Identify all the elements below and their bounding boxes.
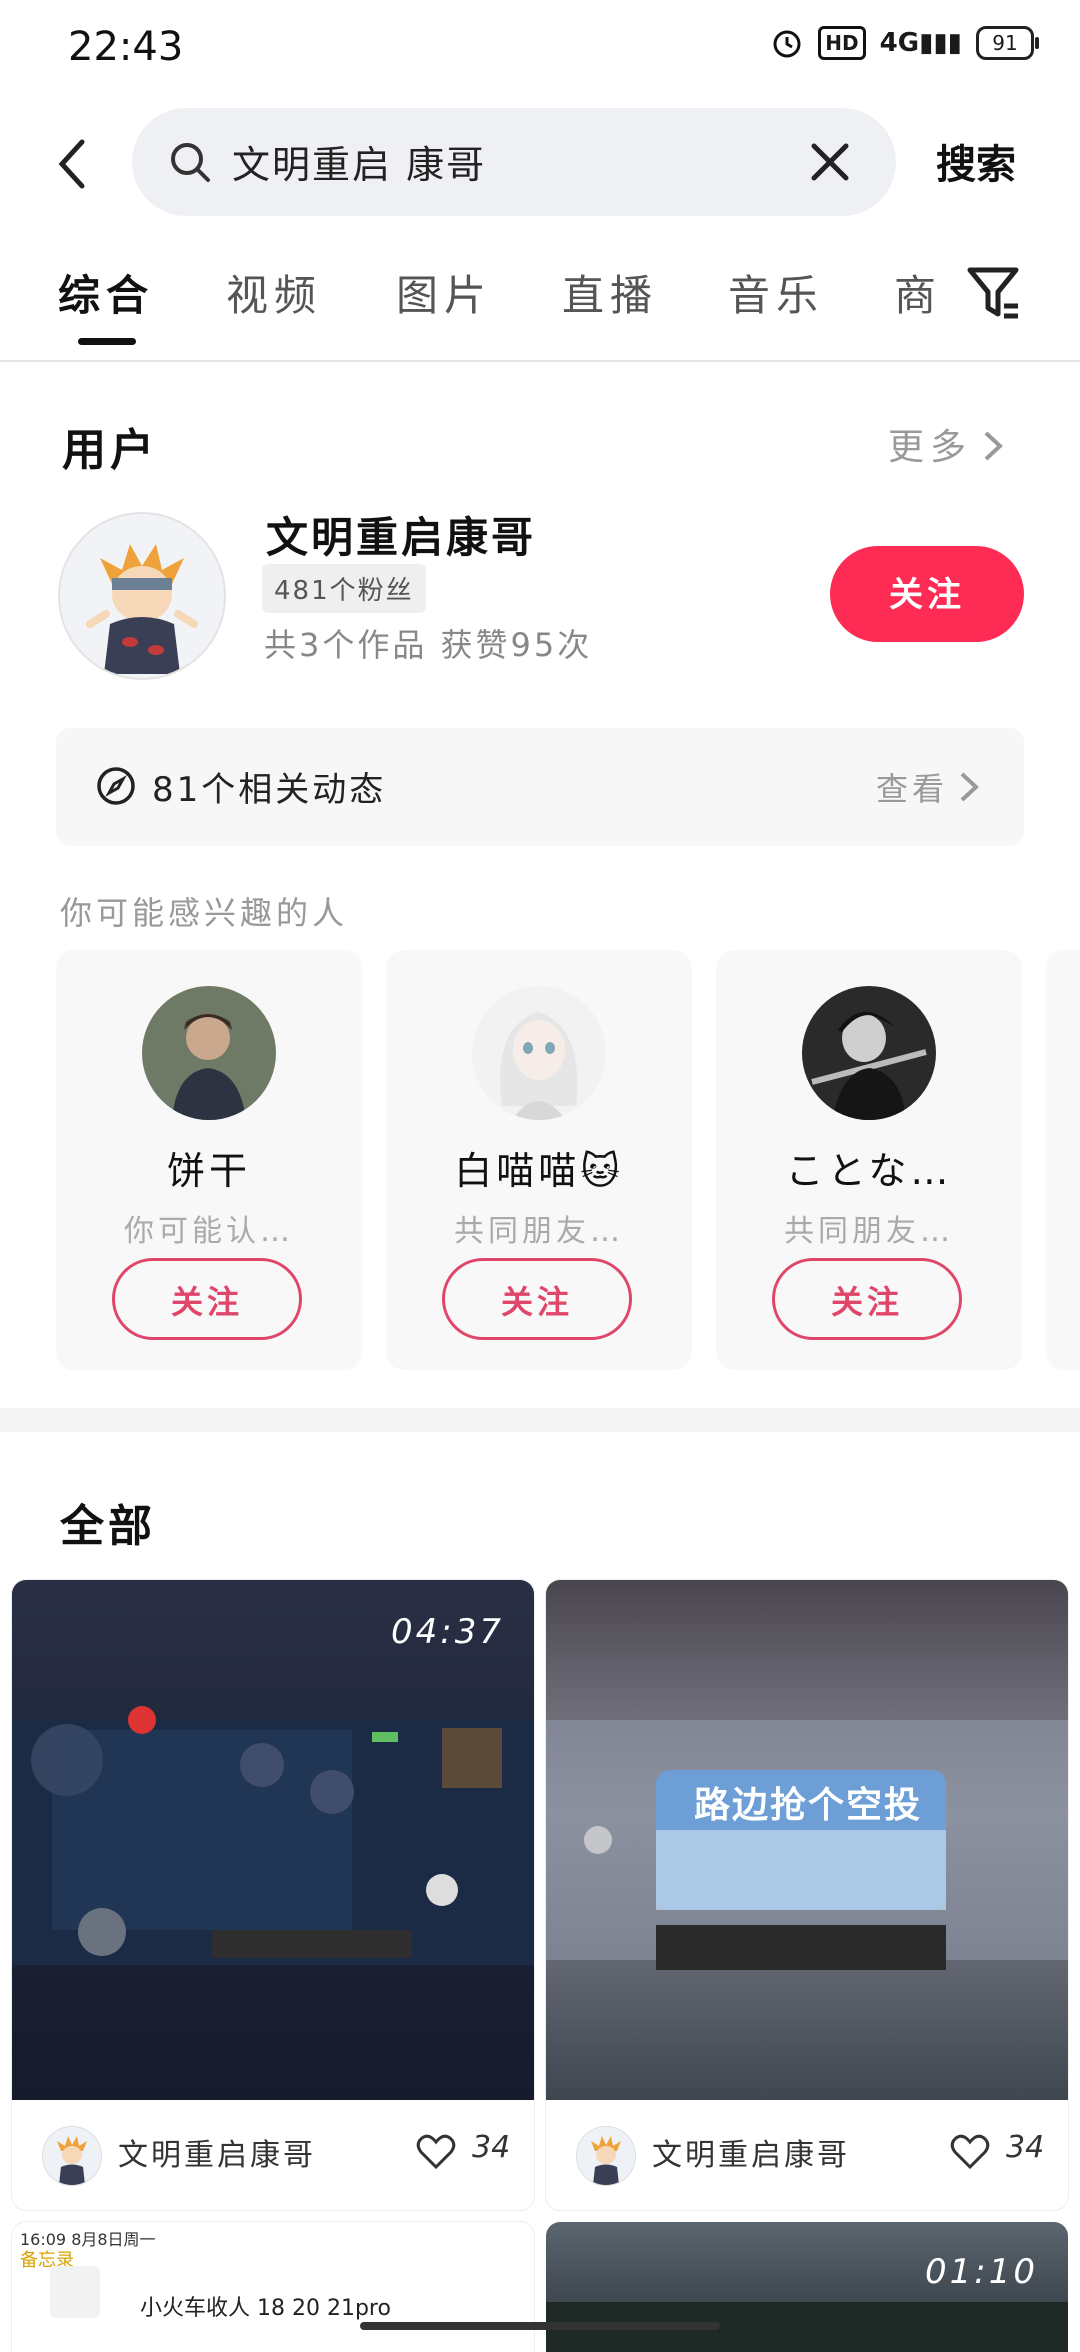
- alarm-icon: [773, 30, 801, 58]
- suggested-name: ことな…: [785, 1149, 953, 1193]
- author-avatar[interactable]: [576, 2126, 636, 2186]
- user-stats: 共3个作品 获赞95次: [264, 626, 593, 664]
- chevron-right-icon: [984, 431, 1003, 461]
- author-name[interactable]: 文明重启康哥: [118, 2130, 316, 2174]
- back-icon[interactable]: [52, 136, 92, 192]
- video-thumbnail[interactable]: 路边抢个空投: [546, 1580, 1068, 2100]
- tab-live[interactable]: 直播: [562, 262, 658, 323]
- author-name[interactable]: 文明重启康哥: [652, 2130, 850, 2174]
- follow-button[interactable]: 关注: [442, 1258, 632, 1340]
- compass-icon: [97, 767, 135, 805]
- more-label: 更多: [888, 427, 973, 468]
- view-link[interactable]: 查看: [876, 764, 980, 810]
- view-label: 查看: [876, 770, 949, 808]
- avatar-image: [60, 514, 224, 678]
- user-avatar[interactable]: [58, 512, 226, 680]
- like-count: 34: [1006, 2130, 1045, 2165]
- suggested-user-card[interactable]: 白喵喵🐱 共同朋友… 关注: [386, 950, 692, 1370]
- video-card-partial[interactable]: 16:09 8月8日周一 备忘录 小火车收人 18 20 21pro: [12, 2222, 534, 2352]
- may-know-title: 你可能感兴趣的人: [60, 894, 349, 932]
- author-avatar[interactable]: [42, 2126, 102, 2186]
- battery-icon: 91: [976, 26, 1039, 60]
- suggested-user-card[interactable]: ことな… 共同朋友… 关注: [716, 950, 1022, 1370]
- fans-badge: 481个粉丝: [262, 564, 426, 613]
- heart-icon[interactable]: [950, 2134, 990, 2170]
- avatar-image: [802, 986, 936, 1120]
- video-card[interactable]: 04:37 文明重启康哥 34: [12, 1580, 534, 2210]
- search-input[interactable]: 文明重启 康哥: [232, 134, 486, 189]
- home-indicator[interactable]: [360, 2322, 720, 2330]
- video-meta: 文明重启康哥 34: [12, 2100, 534, 2210]
- hd-icon: HD: [818, 26, 866, 60]
- clear-icon[interactable]: [808, 140, 852, 184]
- chevron-right-icon: [960, 772, 979, 802]
- status-icons: HD 4G▮▮▮ 91: [770, 26, 1039, 60]
- status-time: 22:43: [68, 24, 184, 70]
- video-card[interactable]: 路边抢个空投 文明重启康哥 34: [546, 1580, 1068, 2210]
- suggested-user-card-peek[interactable]: [1046, 950, 1080, 1370]
- section-gap: [0, 1408, 1080, 1432]
- video-meta: 文明重启康哥 34: [546, 2100, 1068, 2210]
- video-overlay-title: 路边抢个空投: [694, 1785, 923, 1826]
- tab-music[interactable]: 音乐: [728, 262, 824, 323]
- search-button[interactable]: 搜索: [936, 132, 1016, 190]
- signal-icon: 4G▮▮▮: [879, 28, 962, 58]
- avatar-image: [577, 2127, 635, 2185]
- thumb-image-placeholder: [50, 2266, 100, 2318]
- like-count: 34: [472, 2130, 511, 2165]
- follow-button[interactable]: 关注: [112, 1258, 302, 1340]
- section-title-all: 全部: [60, 1501, 156, 1552]
- suggested-reason: 共同朋友…: [784, 1214, 954, 1249]
- suggested-avatar: [472, 986, 606, 1120]
- avatar-image: [43, 2127, 101, 2185]
- tab-video[interactable]: 视频: [226, 262, 322, 323]
- game-screenshot: [12, 1580, 534, 2100]
- search-icon: [171, 143, 210, 182]
- avatar-image: [472, 986, 606, 1120]
- status-bar: 22:43 HD 4G▮▮▮ 91: [0, 0, 1080, 96]
- user-name[interactable]: 文明重启康哥: [266, 504, 536, 565]
- suggested-avatar: [142, 986, 276, 1120]
- suggested-avatar: [802, 986, 936, 1120]
- suggested-reason: 你可能认…: [124, 1214, 294, 1249]
- video-duration: 01:10: [925, 2252, 1038, 2292]
- suggested-reason: 共同朋友…: [454, 1214, 624, 1249]
- tab-bar: 综合 视频 图片 直播 音乐 商: [0, 262, 1080, 360]
- divider: [0, 360, 1080, 362]
- suggested-name: 饼干: [166, 1149, 251, 1193]
- section-title-users: 用户: [62, 425, 158, 476]
- avatar-image: [142, 986, 276, 1120]
- tab-comprehensive[interactable]: 综合: [58, 262, 154, 323]
- video-thumbnail[interactable]: 04:37: [12, 1580, 534, 2100]
- follow-button[interactable]: 关注: [772, 1258, 962, 1340]
- tab-shop[interactable]: 商: [894, 262, 942, 323]
- video-duration: 04:37: [391, 1612, 504, 1652]
- thumb-note-text: 小火车收人 18 20 21pro: [140, 2296, 391, 2321]
- video-card-partial[interactable]: 01:10: [546, 2222, 1068, 2352]
- more-link[interactable]: 更多: [888, 418, 1004, 470]
- tab-indicator: [78, 338, 136, 345]
- filter-icon[interactable]: [966, 266, 1020, 324]
- suggested-name: 白喵喵🐱: [454, 1149, 624, 1193]
- tab-image[interactable]: 图片: [396, 262, 492, 323]
- heart-icon[interactable]: [416, 2134, 456, 2170]
- follow-button[interactable]: 关注: [830, 546, 1024, 642]
- suggested-user-card[interactable]: 饼干 你可能认… 关注: [56, 950, 362, 1370]
- related-dynamics-text: 81个相关动态: [152, 770, 387, 810]
- network-type: 4G: [879, 28, 920, 58]
- game-screenshot: [546, 1580, 1068, 2100]
